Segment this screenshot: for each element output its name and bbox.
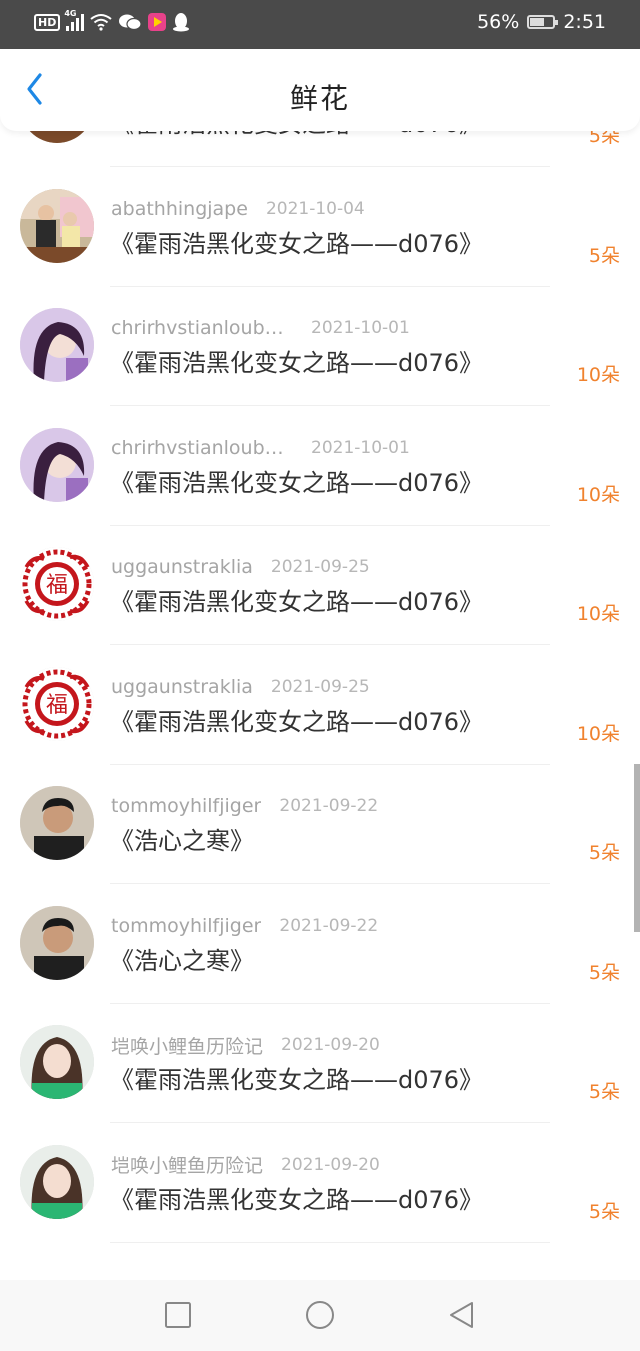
avatar[interactable] (20, 1025, 94, 1099)
battery-percent: 56% (477, 11, 520, 33)
record-date: 2021-10-04 (265, 198, 365, 219)
flower-count: 5朵 (588, 244, 620, 267)
network-type-label: 4G (64, 9, 77, 18)
wifi-icon (90, 14, 112, 31)
list-item[interactable]: 垲唤小鲤鱼历险记 2021-09-20 《霍雨浩黑化变女之路——d076》 5朵 (0, 1003, 640, 1123)
list-item[interactable]: tommoyhilfjiger 2021-09-22 《浩心之寒》 5朵 (0, 884, 640, 1004)
list-item[interactable]: 福 uggaunstraklia 2021-09-25 《霍雨浩黑化变女之路——d07… (0, 645, 640, 765)
avatar[interactable]: 福 (20, 547, 94, 621)
flower-count: 10朵 (576, 603, 620, 625)
page-title: 鲜花 (289, 82, 350, 115)
username[interactable]: chrirhvstianloubo... (111, 317, 293, 339)
work-title[interactable]: 《霍雨浩黑化变女之路——d076》 (110, 706, 483, 738)
back-triangle-icon[interactable] (447, 1300, 477, 1330)
row-meta: uggaunstraklia 2021-09-25 (111, 554, 370, 580)
row-divider (110, 1241, 550, 1243)
record-date: 2021-09-20 (281, 1035, 380, 1055)
status-icons-left: HD 4G (34, 9, 190, 32)
work-title[interactable]: 《霍雨浩黑化变女之路——d076》 (110, 347, 483, 379)
record-date: 2021-10-01 (311, 437, 410, 458)
flower-count: 5朵 (588, 1200, 620, 1223)
video-app-icon (148, 13, 167, 31)
record-date: 2021-09-25 (270, 557, 370, 577)
row-meta: chrirhvstianloubo... 2021-10-01 (111, 315, 410, 341)
work-title[interactable]: 《霍雨浩黑化变女之路——d076》 (110, 1184, 483, 1216)
username[interactable]: abathhingjape (111, 198, 248, 220)
work-title[interactable]: 《霍雨浩黑化变女之路——d076》 (110, 586, 483, 618)
flower-count: 5朵 (588, 1081, 620, 1103)
battery-icon (527, 15, 559, 29)
flower-count: 10朵 (576, 364, 620, 386)
nav-header: 鲜花 (0, 49, 640, 131)
work-title[interactable]: 《霍雨浩黑化变女之路——d076》 (110, 1064, 483, 1096)
list-item[interactable]: chrirhvstianloubo... 2021-10-01 《霍雨浩黑化变女之路… (0, 406, 640, 526)
row-meta: 垲唤小鲤鱼历险记 2021-09-20 (111, 1032, 380, 1058)
username[interactable]: 垲唤小鲤鱼历险记 (111, 1151, 263, 1178)
row-meta: chrirhvstianloubo... 2021-10-01 (111, 435, 410, 461)
recent-apps-icon[interactable] (163, 1300, 193, 1330)
flower-count: 5朵 (588, 961, 620, 984)
list-item[interactable]: tommoyhilfjiger 2021-09-22 《浩心之寒》 5朵 (0, 764, 640, 884)
list-item[interactable]: chrirhvstianloubo... 2021-10-01 《霍雨浩黑化变女之路… (0, 286, 640, 406)
username[interactable]: 垲唤小鲤鱼历险记 (111, 1032, 263, 1059)
record-date: 2021-10-01 (311, 318, 410, 338)
work-title[interactable]: 《浩心之寒》 (110, 945, 254, 977)
username[interactable]: uggaunstraklia (111, 556, 253, 578)
avatar[interactable] (20, 1144, 94, 1219)
work-title[interactable]: 《浩心之寒》 (110, 825, 254, 857)
row-meta: tommoyhilfjiger 2021-09-22 (111, 793, 378, 819)
svg-text:福: 福 (46, 573, 68, 598)
home-icon[interactable] (305, 1300, 335, 1330)
row-meta: uggaunstraklia 2021-09-25 (111, 674, 370, 700)
flower-count: 5朵 (588, 842, 620, 864)
clock: 2:51 (563, 11, 606, 33)
wechat-icon (119, 14, 142, 31)
row-meta: tommoyhilfjiger 2021-09-22 (111, 913, 378, 939)
status-icons-right: 56% 2:51 (477, 11, 606, 33)
screen: HD 4G 56% 2:51 鲜花 5朵 abathhingjape 2021-… (0, 0, 640, 1351)
avatar[interactable] (20, 188, 94, 263)
avatar[interactable] (20, 786, 94, 860)
flower-count: 10朵 (576, 483, 620, 506)
system-nav-bar (0, 1280, 640, 1351)
row-meta: 垲唤小鲤鱼历险记 2021-09-20 (111, 1152, 380, 1178)
record-date: 2021-09-20 (281, 1154, 380, 1175)
scrollbar[interactable] (634, 764, 640, 932)
list-item[interactable]: 福 uggaunstraklia 2021-09-25 《霍雨浩黑化变女之路——d07… (0, 525, 640, 645)
avatar[interactable]: 福 (20, 666, 94, 741)
hd-icon: HD (34, 13, 61, 31)
avatar[interactable] (20, 905, 94, 980)
avatar[interactable] (20, 427, 94, 502)
username[interactable]: tommoyhilfjiger (111, 915, 261, 937)
avatar[interactable] (20, 308, 94, 382)
signal-icon: 4G (64, 9, 85, 31)
record-date: 2021-09-22 (279, 796, 379, 816)
flower-record-list[interactable]: 《霍雨浩黑化变女之路——d076》 5朵 abathhingjape 2021-10-… (0, 69, 640, 1280)
list-item[interactable]: abathhingjape 2021-10-04 《霍雨浩黑化变女之路——d076》… (0, 167, 640, 287)
work-title[interactable]: 《霍雨浩黑化变女之路——d076》 (110, 228, 483, 260)
qq-icon (173, 13, 190, 32)
record-date: 2021-09-25 (270, 676, 370, 697)
flower-count: 10朵 (576, 722, 620, 745)
list-item[interactable]: 垲唤小鲤鱼历险记 2021-09-20 《霍雨浩黑化变女之路——d076》 5朵 (0, 1123, 640, 1243)
work-title[interactable]: 《霍雨浩黑化变女之路——d076》 (110, 467, 483, 499)
row-meta: abathhingjape 2021-10-04 (111, 196, 365, 222)
username[interactable]: chrirhvstianloubo... (111, 437, 293, 459)
username[interactable]: uggaunstraklia (111, 676, 253, 698)
svg-text:福: 福 (46, 693, 68, 718)
record-date: 2021-09-22 (279, 915, 379, 936)
status-bar: HD 4G 56% 2:51 (0, 0, 640, 49)
username[interactable]: tommoyhilfjiger (111, 795, 261, 817)
